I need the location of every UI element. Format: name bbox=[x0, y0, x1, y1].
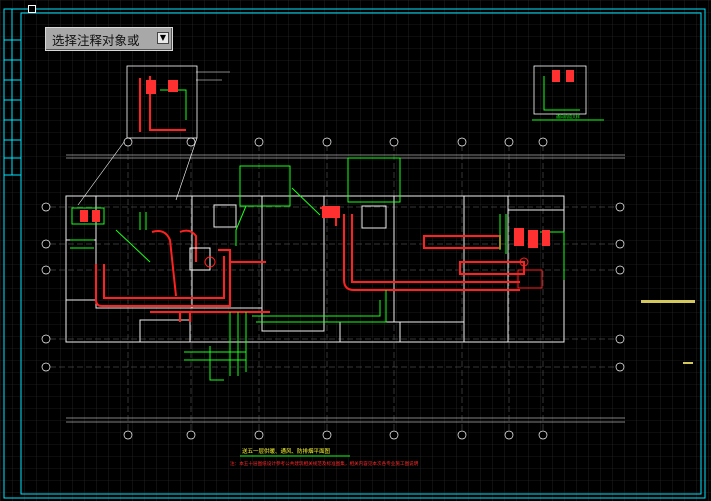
note-body: 注：本五十层图纸设计参考公共建筑相关规范及标准图集，相关内容见本次各专业施工图说… bbox=[230, 460, 419, 467]
viewport-corner-marker bbox=[28, 5, 36, 13]
note-title: 送五一层供暖、通风、防排烟平面图 bbox=[242, 447, 331, 455]
command-prompt-tooltip[interactable]: 选择注释对象或 ▼ bbox=[45, 27, 173, 51]
detail-title: 通风机组大样 bbox=[556, 113, 580, 119]
arrow-down-icon[interactable]: ▼ bbox=[157, 32, 169, 44]
background-grid bbox=[0, 0, 711, 501]
cad-drawing-canvas[interactable]: 通风机组大样 送五一层供暖、通风、防排烟平面图 注：本五十层图纸设计参考公共建筑… bbox=[0, 0, 711, 501]
command-prompt-text: 选择注释对象或 bbox=[52, 33, 140, 48]
